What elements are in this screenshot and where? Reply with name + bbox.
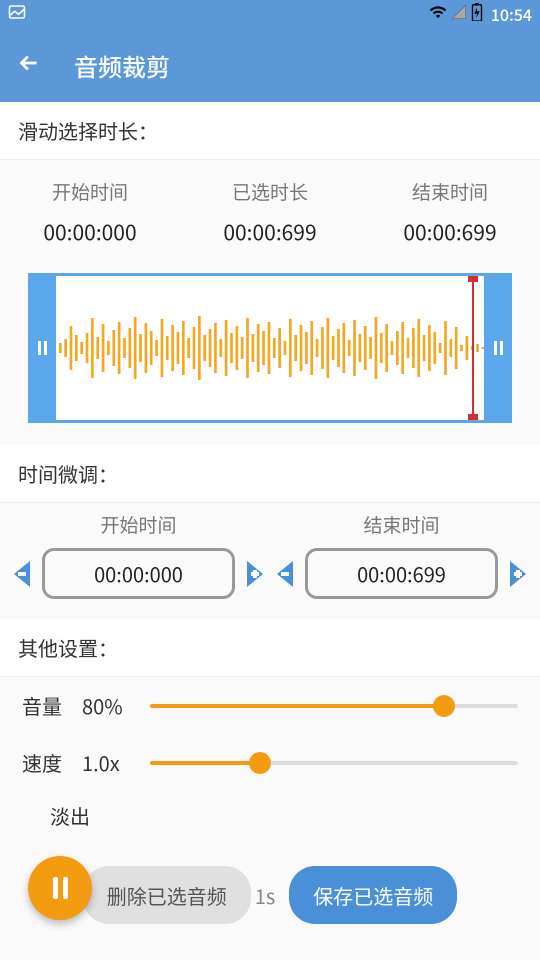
end-time-value: 00:00:699: [403, 217, 496, 247]
delete-selection-button[interactable]: 删除已选音频: [83, 866, 251, 924]
save-selection-button[interactable]: 保存已选音频: [289, 866, 457, 924]
volume-slider[interactable]: [150, 704, 518, 708]
right-trim-handle[interactable]: [484, 273, 512, 423]
other-settings-title: 其他设置：: [0, 619, 540, 677]
time-info-row: 开始时间 00:00:000 已选时长 00:00:699 结束时间 00:00…: [0, 160, 540, 261]
battery-icon: [471, 2, 483, 26]
end-time-label: 结束时间: [403, 178, 496, 205]
back-icon[interactable]: [16, 47, 42, 84]
waveform-display[interactable]: [56, 273, 484, 423]
signal-icon: [451, 2, 467, 26]
speed-slider[interactable]: [150, 761, 518, 765]
status-time: 10:54: [491, 2, 532, 26]
ft-end-label: 结束时间: [275, 511, 528, 538]
ft-start-value[interactable]: 00:00:000: [42, 548, 235, 599]
ft-end-value[interactable]: 00:00:699: [305, 548, 498, 599]
start-time-increase-button[interactable]: [241, 559, 265, 589]
volume-label: 音量: [22, 691, 82, 720]
speed-value: 1.0x: [82, 748, 150, 777]
start-time-label: 开始时间: [43, 178, 136, 205]
duration-value: 00:00:699: [223, 217, 316, 247]
slide-section-title: 滑动选择时长：: [0, 102, 540, 160]
start-time-decrease-button[interactable]: [12, 559, 36, 589]
left-trim-handle[interactable]: [28, 273, 56, 423]
fade-row: 淡出: [0, 791, 540, 854]
speed-label: 速度: [22, 748, 82, 777]
ft-start-label: 开始时间: [12, 511, 265, 538]
playhead-cursor[interactable]: [472, 276, 474, 420]
gallery-icon: [8, 2, 26, 26]
fade-out-label: 淡出: [50, 801, 90, 830]
waveform-editor[interactable]: [28, 273, 512, 423]
speed-row: 速度 1.0x: [0, 734, 540, 791]
duration-label: 已选时长: [223, 178, 316, 205]
app-header: 音频裁剪: [0, 28, 540, 102]
pause-icon: [53, 877, 68, 899]
fine-tune-controls: 开始时间 00:00:000 结束时间 00:00:699: [0, 503, 540, 619]
wifi-icon: [429, 2, 447, 26]
status-bar: 10:54: [0, 0, 540, 28]
volume-row: 音量 80%: [0, 677, 540, 734]
fine-tune-section-title: 时间微调：: [0, 445, 540, 503]
end-time-increase-button[interactable]: [504, 559, 528, 589]
volume-value: 80%: [82, 691, 150, 720]
play-pause-button[interactable]: [28, 856, 92, 920]
page-title: 音频裁剪: [74, 48, 170, 83]
start-time-value: 00:00:000: [43, 217, 136, 247]
end-time-decrease-button[interactable]: [275, 559, 299, 589]
